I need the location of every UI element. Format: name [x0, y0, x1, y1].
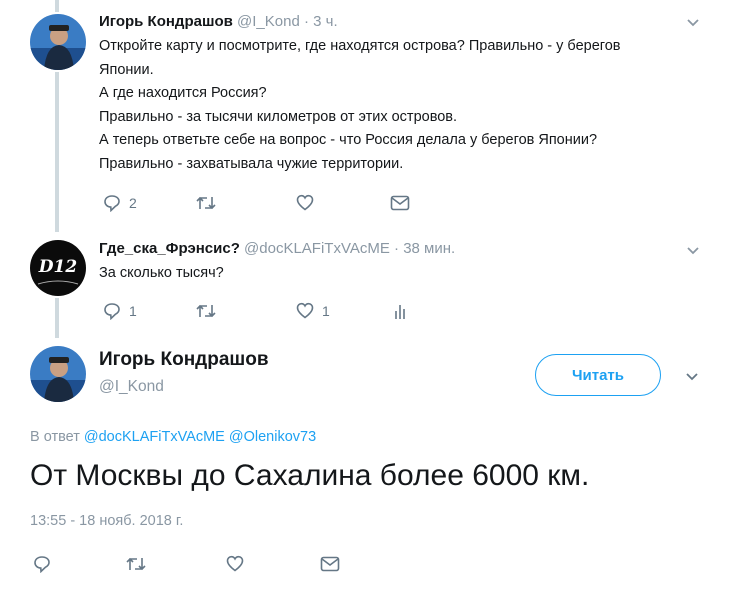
reply-count: 1: [129, 303, 137, 319]
retweet-button[interactable]: [195, 194, 225, 212]
like-button[interactable]: [296, 194, 322, 211]
reply-icon: [34, 556, 50, 573]
thread-line-top: [55, 0, 59, 12]
avatar[interactable]: [30, 346, 86, 402]
tweet-line: Японии.: [99, 61, 154, 78]
tweet-line: За сколько тысяч?: [99, 265, 224, 281]
message-button[interactable]: [390, 195, 410, 211]
retweet-icon: [196, 196, 216, 210]
reply-button[interactable]: [33, 555, 51, 573]
avatar[interactable]: [30, 14, 86, 70]
tweet-time[interactable]: · 38 мин.: [390, 240, 455, 257]
like-button[interactable]: [226, 555, 244, 572]
tweet-line: А где находится Россия?: [99, 85, 267, 101]
author-name[interactable]: Игорь Кондрашов: [99, 13, 233, 30]
heart-icon: [296, 302, 314, 319]
follow-button[interactable]: Читать: [535, 354, 661, 396]
tweet-header: Где_ска_Фрэнсис? @docKLAFiTxVAcME · 38 м…: [99, 240, 455, 257]
tweet-line: А теперь ответьте себе на вопрос - что Р…: [99, 132, 598, 148]
tweet-text: За сколько тысяч?: [99, 262, 224, 286]
heart-icon: [226, 555, 244, 572]
chevron-down-icon[interactable]: [685, 14, 701, 30]
tweet-line: Правильно - захватывала чужие территории…: [99, 155, 404, 172]
analytics-button[interactable]: [393, 302, 407, 320]
heart-icon: [296, 194, 314, 211]
thread-line-1: [55, 72, 59, 232]
mention-link[interactable]: @Olenikov73: [229, 429, 316, 445]
reply-context: В ответ @docKLAFiTxVAcME @Olenikov73: [30, 429, 316, 445]
reply-prefix: В ответ: [30, 429, 80, 445]
tweet-line: Откройте карту и посмотрите, где находят…: [99, 38, 621, 54]
reply-button[interactable]: 2: [103, 194, 137, 212]
tweet-text: От Москвы до Сахалина более 6000 км.: [30, 459, 590, 492]
reply-icon: [104, 303, 120, 320]
envelope-icon: [390, 195, 410, 211]
retweet-button[interactable]: [195, 302, 225, 320]
chevron-down-icon[interactable]: [685, 242, 701, 258]
retweet-icon: [196, 304, 216, 318]
analytics-icon: [395, 305, 405, 319]
reply-button[interactable]: 1: [103, 302, 137, 320]
envelope-icon: [320, 556, 340, 572]
reply-icon: [104, 195, 120, 212]
tweet-time[interactable]: · 3 ч.: [300, 13, 338, 30]
chevron-down-icon[interactable]: [684, 368, 700, 384]
retweet-icon: [126, 557, 146, 571]
author-name[interactable]: Где_ска_Фрэнсис?: [99, 240, 240, 257]
avatar[interactable]: D12: [30, 240, 86, 296]
tweet-text: Откройте карту и посмотрите, где находят…: [99, 35, 709, 176]
avatar-logo-text: D12: [38, 257, 78, 277]
author-name[interactable]: Игорь Кондрашов: [99, 349, 269, 371]
mention-link[interactable]: @docKLAFiTxVAcME: [84, 429, 225, 445]
reply-count: 2: [129, 195, 137, 211]
message-button[interactable]: [320, 556, 340, 572]
like-button[interactable]: 1: [296, 302, 330, 319]
like-count: 1: [322, 302, 330, 319]
tweet-header: Игорь Кондрашов @I_Kond · 3 ч.: [99, 13, 338, 30]
author-handle[interactable]: @I_Kond: [237, 13, 300, 30]
author-handle[interactable]: @docKLAFiTxVAcME: [244, 240, 390, 257]
author-handle[interactable]: @I_Kond: [99, 378, 164, 396]
tweet-line: Правильно - за тысячи километров от этих…: [99, 108, 458, 125]
thread-line-2: [55, 298, 59, 338]
retweet-button[interactable]: [125, 555, 147, 573]
tweet-timestamp[interactable]: 13:55 - 18 нояб. 2018 г.: [30, 513, 183, 529]
